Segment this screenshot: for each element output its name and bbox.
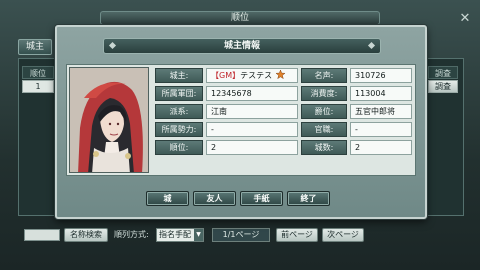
faction-label: 派系: [155, 104, 203, 119]
character-portrait [69, 67, 149, 173]
lord-label: 城主: [155, 68, 203, 83]
portrait-image [70, 68, 148, 172]
lord-name: テステス [240, 71, 273, 80]
office-label: 官職: [301, 122, 347, 137]
cities-value: 2 [350, 140, 412, 155]
row-rank-cell[interactable]: 1 [22, 80, 54, 93]
column-header-rank: 顺位 [22, 66, 54, 79]
name-search-button[interactable]: 名称検索 [64, 228, 108, 242]
sort-method-label: 順列方式: [114, 230, 149, 239]
castle-button[interactable]: 城 [146, 191, 189, 206]
gm-tag: 【GM】 [211, 71, 241, 80]
lord-info-panel: 城主: 【GM】テステス 名声: 310726 所属軍団: 12345678 消… [66, 64, 416, 176]
rank-label: 爵位: [301, 104, 347, 119]
legion-value: 12345678 [206, 86, 298, 101]
ranking-window-title: 顺位 [100, 11, 380, 25]
order-value: 2 [206, 140, 298, 155]
lord-name-field: 【GM】テステス [206, 68, 298, 83]
fame-label: 名声: [301, 68, 347, 83]
investigate-button[interactable]: 調査 [428, 80, 458, 93]
legion-label: 所属軍団: [155, 86, 203, 101]
ornament-icon [108, 41, 117, 50]
name-search-input[interactable] [24, 229, 60, 241]
send-letter-button[interactable]: 手紙 [240, 191, 283, 206]
next-page-button[interactable]: 次ページ [322, 228, 364, 242]
close-dialog-button[interactable]: 終了 [287, 191, 330, 206]
prev-page-button[interactable]: 前ページ [276, 228, 318, 242]
cities-label: 城数: [301, 140, 347, 155]
star-badge-icon [275, 70, 285, 79]
lord-info-dialog: 城主情報 城主: 【GM】テステス 名声: 310726 所属軍団: 12345… [55, 25, 427, 219]
ornament-icon [367, 41, 376, 50]
sort-method-value: 指名手配 [159, 230, 191, 239]
faction-value: 江南 [206, 104, 298, 119]
fame-value: 310726 [350, 68, 412, 83]
column-header-investigate: 調査 [428, 66, 458, 79]
sort-method-select[interactable]: 指名手配 ▼ [156, 228, 204, 242]
consumption-label: 消費度: [301, 86, 347, 101]
dialog-title-text: 城主情報 [223, 41, 260, 51]
force-value: - [206, 122, 298, 137]
tab-lord[interactable]: 城主 [18, 39, 52, 55]
close-icon[interactable]: ✕ [458, 12, 472, 26]
add-friend-button[interactable]: 友人 [193, 191, 236, 206]
page-indicator: 1/1ページ [212, 228, 270, 242]
office-value: - [350, 122, 412, 137]
rank-value: 五官中郎将 [350, 104, 412, 119]
dialog-title: 城主情報 [103, 38, 381, 54]
chevron-down-icon[interactable]: ▼ [194, 229, 203, 241]
order-label: 順位: [155, 140, 203, 155]
force-label: 所属勢力: [155, 122, 203, 137]
consumption-value: 113004 [350, 86, 412, 101]
